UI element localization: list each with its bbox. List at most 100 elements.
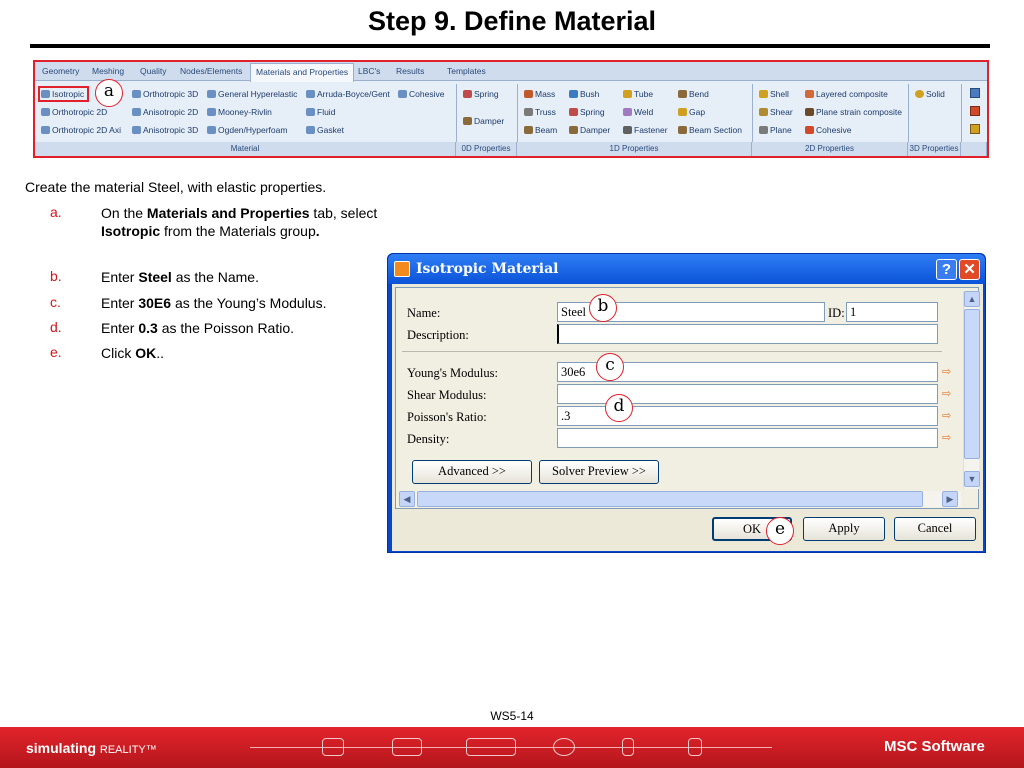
callout-b: b: [589, 294, 617, 322]
arruda-boyce-gent-button[interactable]: Arruda-Boyce/Gent: [306, 89, 390, 99]
scroll-thumb[interactable]: [417, 491, 923, 507]
damper-0d-button[interactable]: Damper: [463, 116, 504, 126]
damper-icon: [463, 117, 472, 125]
mooney-rivlin-button[interactable]: Mooney-Rivlin: [207, 107, 272, 117]
tab-quality[interactable]: Quality: [140, 66, 166, 76]
scroll-left-icon[interactable]: ◀: [399, 491, 415, 507]
name-label: Name:: [407, 306, 441, 320]
description-field[interactable]: [557, 324, 938, 344]
spring-0d-button[interactable]: Spring: [463, 89, 499, 99]
beam-section-button[interactable]: Beam Section: [678, 125, 742, 135]
group-label-0d-properties: 0D Properties: [456, 142, 517, 156]
advanced-button[interactable]: Advanced >>: [412, 460, 532, 484]
app-icon: [394, 261, 410, 277]
anisotropic-3d-button[interactable]: Anisotropic 3D: [132, 125, 198, 135]
msc-software-logo: MSC Software: [884, 738, 985, 755]
step-text: Enter 30E6 as the Young’s Modulus.: [101, 295, 327, 311]
cancel-button[interactable]: Cancel: [894, 517, 976, 541]
tube-button[interactable]: Tube: [623, 89, 653, 99]
orthotropic-2d-button[interactable]: Orthotropic 2D: [41, 107, 107, 117]
mass-icon: [524, 90, 533, 98]
material-icon: [398, 90, 407, 98]
tab-meshing[interactable]: Meshing: [92, 66, 124, 76]
solver-preview-button[interactable]: Solver Preview >>: [539, 460, 659, 484]
help-button[interactable]: ?: [936, 259, 957, 280]
shell-button[interactable]: Shell: [759, 89, 789, 99]
field-function-icon[interactable]: ⇨: [942, 410, 954, 422]
callout-e: e: [766, 517, 794, 545]
tube-icon: [623, 90, 632, 98]
mass-button[interactable]: Mass: [524, 89, 555, 99]
weld-button[interactable]: Weld: [623, 107, 653, 117]
tab-geometry[interactable]: Geometry: [42, 66, 79, 76]
close-button[interactable]: ✕: [959, 259, 980, 280]
plane-icon: [759, 126, 768, 134]
description-label: Description:: [407, 328, 469, 342]
truss-button[interactable]: Truss: [524, 107, 556, 117]
step-text: Enter Steel as the Name.: [101, 269, 259, 285]
shear-modulus-label: Shear Modulus:: [407, 388, 487, 402]
step-letter: e.: [50, 344, 62, 360]
field-function-icon[interactable]: ⇨: [942, 432, 954, 444]
material-icon: [207, 108, 216, 116]
airplane-icon: [322, 738, 344, 756]
tab-templates[interactable]: Templates: [447, 66, 486, 76]
step-text: On the Materials and Properties tab, sel…: [101, 205, 378, 239]
anisotropic-2d-button[interactable]: Anisotropic 2D: [132, 107, 198, 117]
cohesive-2d-button[interactable]: Cohesive: [805, 125, 851, 135]
beam-button[interactable]: Beam: [524, 125, 557, 135]
gap-button[interactable]: Gap: [678, 107, 705, 117]
fluid-button[interactable]: Fluid: [306, 107, 335, 117]
phone-icon: [622, 738, 634, 756]
scroll-up-icon[interactable]: ▲: [964, 291, 980, 307]
id-field[interactable]: 1: [846, 302, 938, 322]
field-function-icon[interactable]: ⇨: [942, 366, 954, 378]
tab-results[interactable]: Results: [396, 66, 424, 76]
field-function-icon[interactable]: ⇨: [942, 388, 954, 400]
scroll-right-icon[interactable]: ▶: [942, 491, 958, 507]
group-label-1d-properties: 1D Properties: [517, 142, 752, 156]
solid-button[interactable]: Solid: [915, 89, 945, 99]
extra-tool-icon[interactable]: [970, 88, 980, 98]
ribbon-tab-strip: Geometry Meshing Quality Nodes/Elements …: [35, 62, 987, 82]
vertical-scrollbar[interactable]: ▲ ▼: [963, 291, 980, 489]
extra-tool-icon[interactable]: [970, 106, 980, 116]
horizontal-scrollbar[interactable]: ◀ ▶: [399, 491, 961, 507]
fastener-button[interactable]: Fastener: [623, 125, 668, 135]
callout-d: d: [605, 394, 633, 422]
plane-button[interactable]: Plane: [759, 125, 792, 135]
apply-button[interactable]: Apply: [803, 517, 885, 541]
ogden-hyperfoam-button[interactable]: Ogden/Hyperfoam: [207, 125, 287, 135]
tab-lbcs[interactable]: LBC's: [358, 66, 380, 76]
gasket-button[interactable]: Gasket: [306, 125, 344, 135]
callout-a: a: [95, 79, 123, 107]
scroll-thumb[interactable]: [964, 309, 980, 459]
material-icon: [207, 126, 216, 134]
material-icon: [41, 108, 50, 116]
damper-1d-button[interactable]: Damper: [569, 125, 610, 135]
density-label: Density:: [407, 432, 450, 446]
tab-materials-and-properties[interactable]: Materials and Properties: [250, 63, 355, 82]
beam-icon: [524, 126, 533, 134]
bend-button[interactable]: Bend: [678, 89, 709, 99]
ribbon-toolbar: Geometry Meshing Quality Nodes/Elements …: [33, 60, 989, 158]
plane-strain-composite-button[interactable]: Plane strain composite: [805, 107, 902, 117]
layered-composite-button[interactable]: Layered composite: [805, 89, 888, 99]
dialog-title-bar[interactable]: Isotropic Material ? ✕: [388, 254, 985, 284]
bush-button[interactable]: Bush: [569, 89, 599, 99]
material-icon: [306, 90, 315, 98]
footer-bar: simulating REALITY™ MSC Software: [0, 727, 1024, 768]
weld-icon: [623, 108, 632, 116]
bend-icon: [678, 90, 687, 98]
tab-nodes-elements[interactable]: Nodes/Elements: [180, 66, 242, 76]
density-field[interactable]: [557, 428, 938, 448]
shear-button[interactable]: Shear: [759, 107, 793, 117]
scroll-down-icon[interactable]: ▼: [964, 471, 980, 487]
spring-1d-button[interactable]: Spring: [569, 107, 605, 117]
cohesive-material-button[interactable]: Cohesive: [398, 89, 444, 99]
orthotropic-2d-axi-button[interactable]: Orthotropic 2D Axi: [41, 125, 121, 135]
orthotropic-3d-button[interactable]: Orthotropic 3D: [132, 89, 198, 99]
general-hyperelastic-button[interactable]: General Hyperelastic: [207, 89, 297, 99]
spring-icon: [463, 90, 472, 98]
extra-tool-icon[interactable]: [970, 124, 980, 134]
